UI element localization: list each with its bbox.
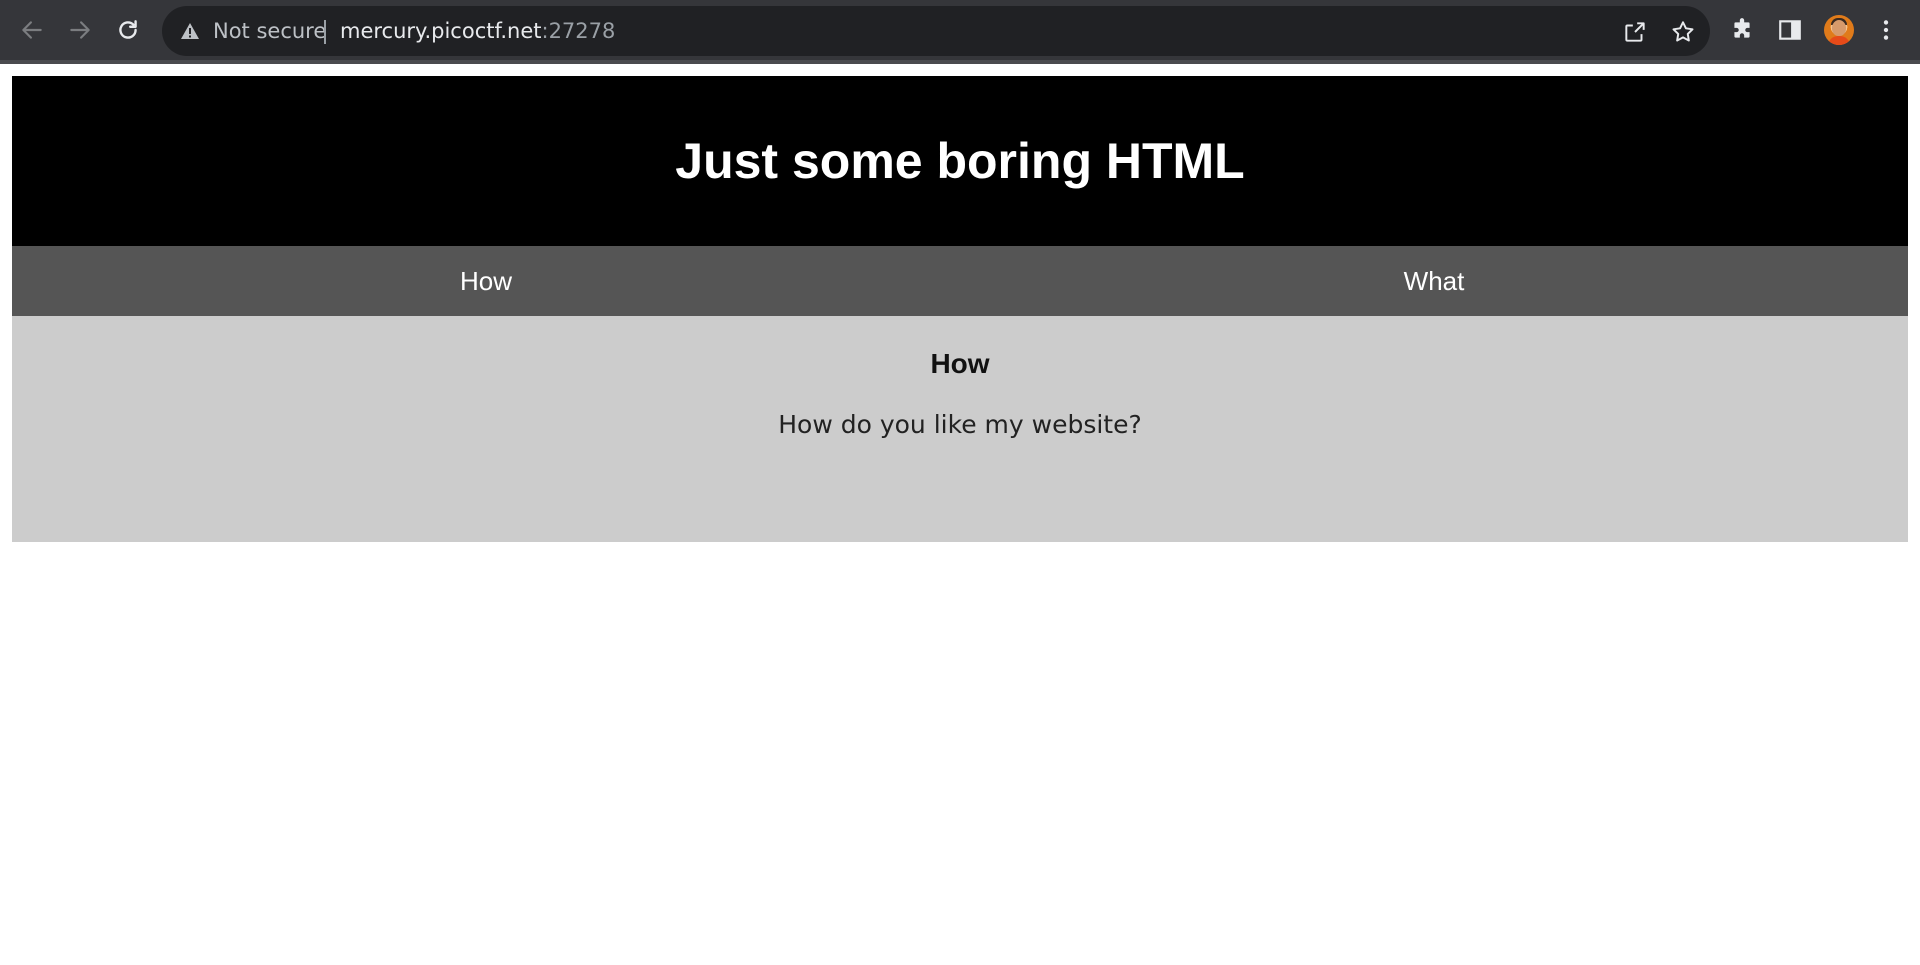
page-header: Just some boring HTML (12, 76, 1908, 246)
forward-button[interactable] (64, 14, 96, 46)
browser-toolbar: Not secure mercury.picoctf.net:27278 (0, 0, 1920, 60)
tab-what[interactable]: What (960, 246, 1908, 316)
puzzle-icon (1734, 18, 1750, 38)
star-icon (1672, 21, 1694, 42)
extensions-button[interactable] (1726, 14, 1758, 46)
back-button[interactable] (16, 14, 48, 46)
side-panel-button[interactable] (1774, 14, 1806, 46)
omnibox-divider (324, 20, 326, 44)
share-button[interactable] (1622, 19, 1648, 45)
share-icon (1625, 22, 1645, 42)
kebab-menu-icon (1883, 20, 1889, 40)
url-host: mercury.picoctf.net (340, 19, 542, 43)
section-text: How do you like my website? (778, 410, 1142, 439)
tab-content: How How do you like my website? (12, 316, 1908, 542)
address-bar[interactable]: Not secure mercury.picoctf.net:27278 (162, 6, 1710, 56)
section-heading: How (930, 348, 990, 379)
reload-icon (119, 20, 137, 39)
toolbar-divider (0, 60, 1920, 64)
avatar-face (1832, 20, 1846, 36)
menu-button[interactable] (1870, 14, 1902, 46)
page-content: Just some boring HTML How What How How d… (12, 76, 1908, 542)
avatar[interactable] (1824, 15, 1854, 45)
arrow-left-icon (22, 21, 42, 39)
reload-button[interactable] (112, 14, 144, 46)
avatar-shirt (1828, 36, 1850, 45)
warning-icon[interactable] (180, 22, 200, 40)
arrow-right-icon (70, 21, 90, 39)
tab-how[interactable]: How (12, 246, 960, 316)
security-status[interactable]: Not secure (213, 6, 326, 56)
url-port: :27278 (541, 19, 616, 43)
tab-bar: How What (12, 246, 1908, 316)
side-panel-icon (1779, 20, 1801, 40)
page-title: Just some boring HTML (675, 133, 1245, 189)
url-text[interactable]: mercury.picoctf.net:27278 (340, 6, 615, 56)
bookmark-button[interactable] (1670, 19, 1696, 45)
